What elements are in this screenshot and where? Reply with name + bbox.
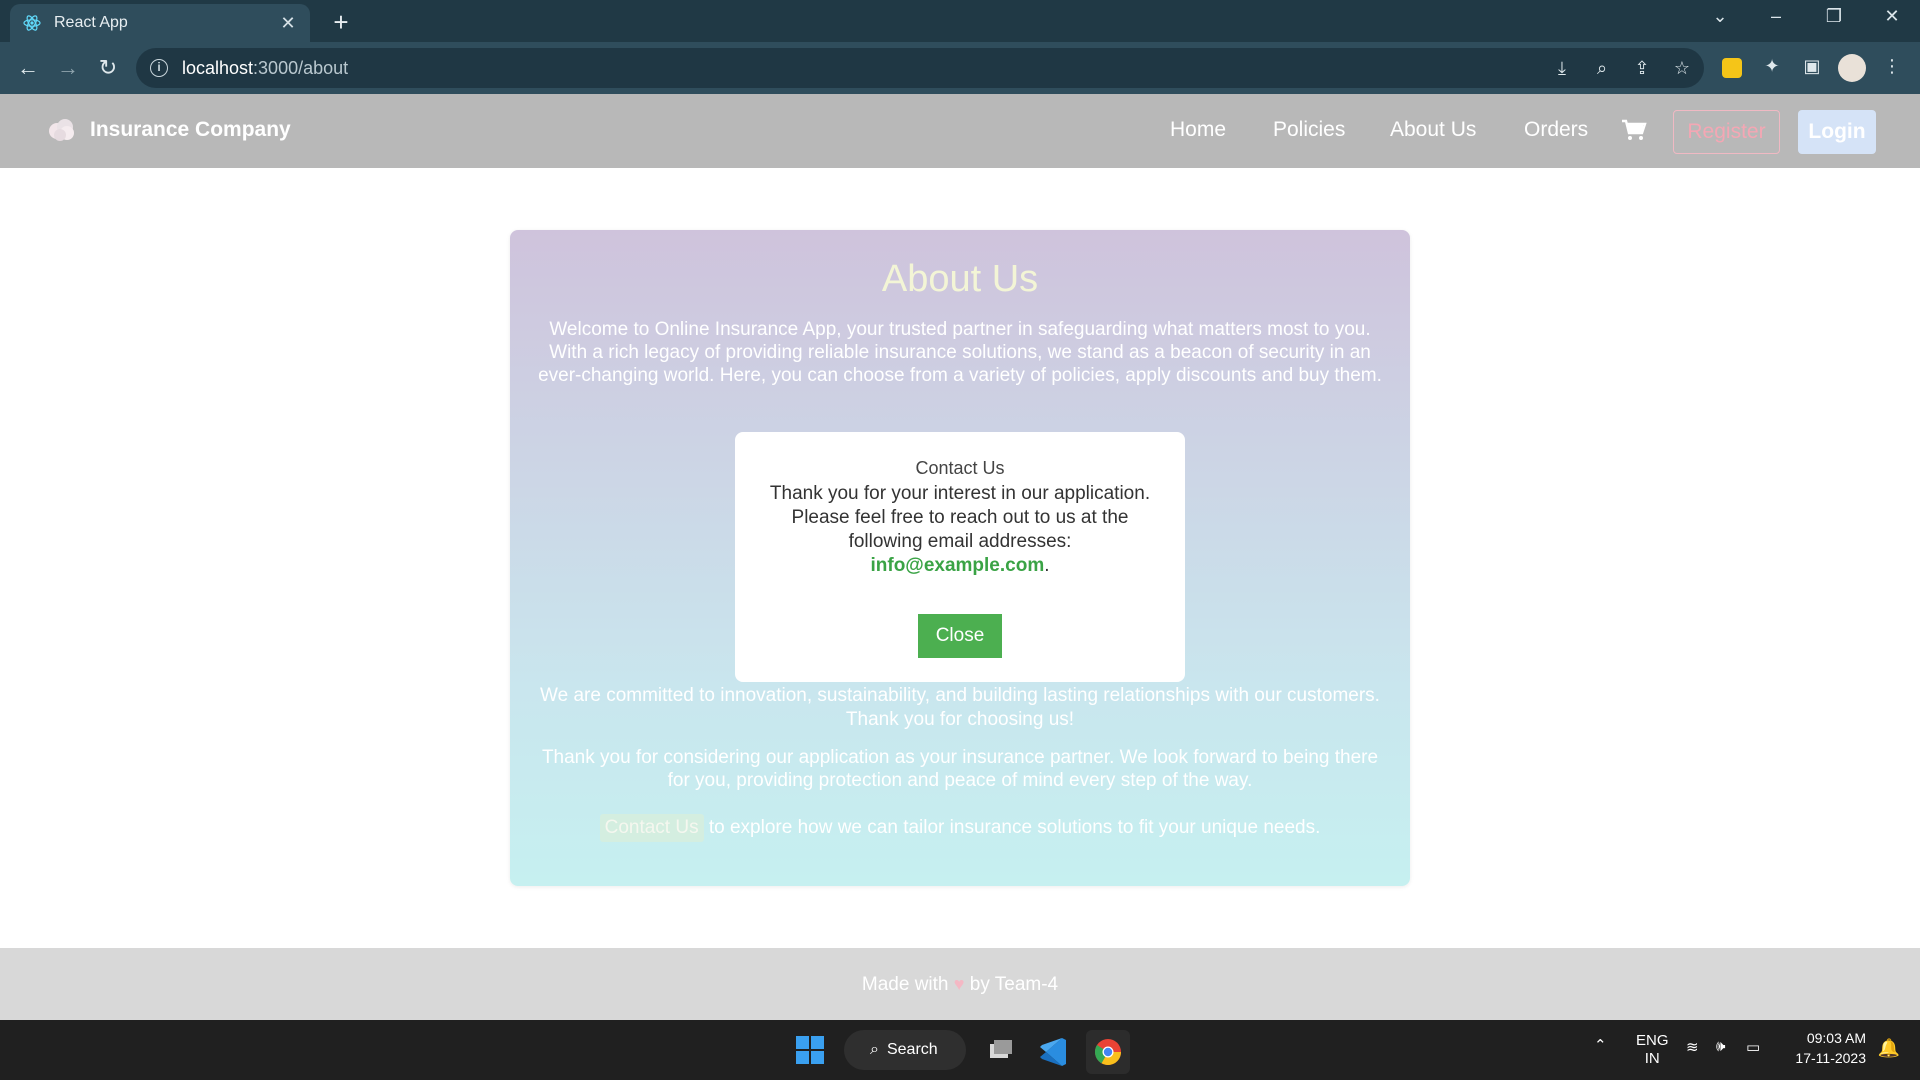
brand-logo-icon: [49, 119, 74, 141]
notification-bell-icon[interactable]: 🔔: [1878, 1038, 1900, 1059]
page-title: About Us: [881, 258, 1039, 300]
clock-date: 17-11-2023: [1795, 1050, 1866, 1066]
bookmark-star-icon[interactable]: ☆: [1670, 58, 1694, 79]
side-panel-icon[interactable]: ▣: [1800, 56, 1824, 80]
vscode-icon[interactable]: [1032, 1030, 1076, 1074]
url-path: :3000/about: [253, 57, 349, 78]
close-button[interactable]: Close: [918, 614, 1002, 658]
browser-toolbar: ← → ↻ i localhost:3000/about ⤓ ⌕ ⇪ ☆ ✦ ▣…: [0, 42, 1920, 94]
window-close-icon[interactable]: ✕: [1872, 6, 1912, 27]
volume-icon[interactable]: 🕪: [1716, 1038, 1725, 1055]
brand[interactable]: Insurance Company: [46, 116, 291, 144]
contact-us-link[interactable]: Contact Us: [599, 814, 704, 842]
nav-orders[interactable]: Orders: [1524, 118, 1588, 142]
puzzle-icon[interactable]: ✦: [1760, 56, 1784, 80]
browser-tab[interactable]: React App ✕: [10, 4, 310, 42]
tab-search-icon[interactable]: ⌄: [1700, 6, 1740, 27]
browser-tab-strip: React App ✕ + ⌄ – ❐ ✕: [0, 0, 1920, 42]
minimize-icon[interactable]: –: [1756, 6, 1796, 27]
login-button[interactable]: Login: [1798, 110, 1876, 154]
tab-title: React App: [54, 14, 128, 31]
nav-about-us[interactable]: About Us: [1390, 118, 1476, 142]
battery-icon[interactable]: ▭: [1746, 1038, 1760, 1056]
chrome-icon[interactable]: [1086, 1030, 1130, 1074]
windows-start-icon[interactable]: [796, 1036, 824, 1064]
language-indicator[interactable]: ENG IN: [1636, 1032, 1669, 1068]
search-icon: ⌕: [870, 1041, 879, 1058]
restore-icon[interactable]: ❐: [1814, 6, 1854, 27]
react-icon: [22, 13, 42, 33]
language-code: ENG: [1636, 1032, 1669, 1049]
nav-policies[interactable]: Policies: [1273, 118, 1345, 142]
about-commitment-paragraph: We are committed to innovation, sustaina…: [540, 685, 1380, 730]
reload-icon[interactable]: ↻: [92, 52, 124, 84]
clock-time: 09:03 AM: [1806, 1030, 1866, 1046]
address-bar[interactable]: i localhost:3000/about ⤓ ⌕ ⇪ ☆: [136, 48, 1704, 88]
about-intro-paragraph: Welcome to Online Insurance App, your tr…: [538, 319, 1382, 386]
heart-icon: ♥: [953, 974, 965, 994]
contact-modal: Contact Us Thank you for your interest i…: [735, 432, 1185, 682]
about-contact-paragraph: Contact Us to explore how we can tailor …: [510, 814, 1410, 842]
profile-avatar[interactable]: [1838, 54, 1866, 82]
page-footer: Made with ♥ by Team-4: [0, 948, 1920, 1020]
new-tab-button[interactable]: +: [326, 8, 356, 38]
cart-icon[interactable]: [1620, 118, 1648, 142]
register-button[interactable]: Register: [1673, 110, 1780, 154]
brand-name: Insurance Company: [90, 118, 291, 141]
forward-icon[interactable]: →: [52, 52, 84, 84]
modal-period: .: [1044, 555, 1050, 576]
app-navbar: Insurance Company Home Policies About Us…: [0, 94, 1920, 168]
back-icon[interactable]: ←: [12, 52, 44, 84]
contact-paragraph-text: to explore how we can tailor insurance s…: [703, 817, 1321, 838]
footer-made-with: Made with: [861, 974, 949, 995]
tray-overflow-icon[interactable]: ⌃: [1594, 1036, 1607, 1054]
wifi-icon[interactable]: ≋: [1686, 1038, 1699, 1056]
contact-email[interactable]: info@example.com: [870, 555, 1044, 576]
taskbar-search[interactable]: ⌕ Search: [844, 1030, 966, 1070]
taskbar-clock[interactable]: 09:03 AM 17-11-2023: [1795, 1028, 1866, 1068]
task-view-icon[interactable]: [978, 1030, 1022, 1074]
modal-message: Thank you for your interest in our appli…: [769, 483, 1151, 552]
tab-close-icon[interactable]: ✕: [278, 13, 298, 34]
install-icon[interactable]: ⤓: [1550, 58, 1574, 79]
about-thanks-paragraph: Thank you for considering our applicatio…: [541, 747, 1379, 791]
zoom-icon[interactable]: ⌕: [1590, 58, 1614, 79]
footer-team: by Team-4: [969, 974, 1059, 995]
extension-icon[interactable]: [1722, 58, 1742, 78]
share-icon[interactable]: ⇪: [1630, 58, 1654, 79]
taskbar-search-label: Search: [886, 1041, 938, 1058]
menu-kebab-icon[interactable]: ⋮: [1880, 56, 1904, 80]
modal-body: Thank you for your interest in our appli…: [763, 482, 1157, 578]
modal-title: Contact Us: [915, 458, 1005, 478]
os-taskbar: ⌕ Search ⌃ ENG IN ≋ 🕪 ▭ 09:03 AM 17-11-2…: [0, 1020, 1920, 1080]
url-host: localhost: [182, 57, 254, 78]
nav-home[interactable]: Home: [1170, 118, 1226, 142]
site-info-icon[interactable]: i: [150, 59, 168, 77]
region-code: IN: [1644, 1050, 1660, 1067]
